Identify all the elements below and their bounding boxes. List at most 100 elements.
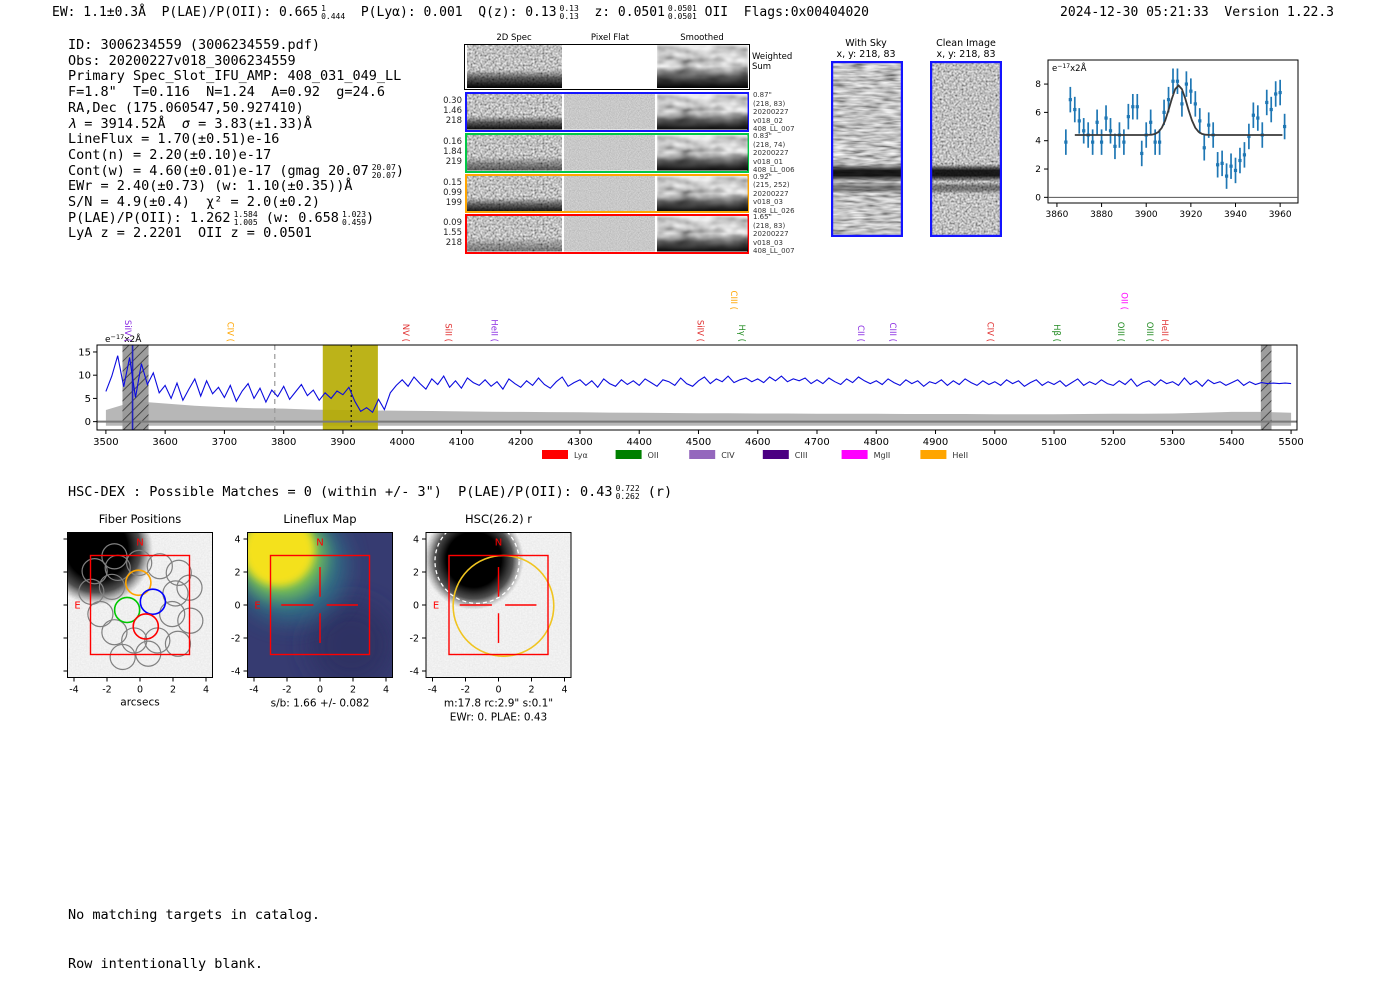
masked-region-left bbox=[122, 345, 149, 430]
row4-annotations: 1.65" (218, 83) 20200227 v018_03 408_LL_007 bbox=[753, 213, 795, 256]
clean-image-title: Clean Image x, y: 218, 83 bbox=[936, 38, 996, 60]
fiber-annotation: (218, 74) bbox=[753, 140, 786, 149]
row2-smoothed-image bbox=[657, 135, 748, 171]
dark-band bbox=[657, 152, 748, 171]
data-point bbox=[1068, 98, 1072, 102]
info-line-6-text: = 3.83(±1.33)Å bbox=[189, 115, 312, 132]
data-point bbox=[1077, 119, 1081, 123]
fiber-annotation: (215, 252) bbox=[753, 181, 790, 190]
x-tick-label: -2 bbox=[461, 685, 470, 696]
x-tick-label: -4 bbox=[249, 685, 258, 696]
x-tick-label: 4800 bbox=[864, 437, 889, 448]
x-tick-label: 4 bbox=[561, 685, 567, 696]
info-line-13: LyA z = 2.2201 OII z = 0.0501 bbox=[68, 226, 404, 242]
info-line-12-text: ) bbox=[366, 209, 375, 226]
emission-line-label: OIII ( bbox=[1144, 322, 1154, 342]
dark-band bbox=[467, 116, 562, 130]
fiber-weight-value: 1.55 bbox=[443, 228, 462, 238]
row3-annotations: 0.92" (215, 252) 20200227 v018_03 408_LL_026 bbox=[753, 173, 795, 216]
fiber-weight-value: 218 bbox=[445, 238, 462, 248]
emission-line-label: Hβ ( bbox=[1051, 324, 1061, 342]
weighted-2dspec-image bbox=[467, 45, 562, 88]
row3-2dspec-image bbox=[467, 175, 562, 211]
header-timestamp: 2024-12-30 05:21:33 Version 1.22.3 bbox=[1060, 5, 1334, 20]
data-point bbox=[1073, 107, 1077, 112]
data-point bbox=[1175, 79, 1180, 83]
info-line-1: ID: 3006234559 (3006234559.pdf) bbox=[68, 37, 404, 54]
data-point bbox=[1278, 90, 1282, 95]
dark-sky-band-2 bbox=[831, 182, 903, 194]
cutout-title: Lineflux Map bbox=[283, 512, 356, 526]
dark-sky-band bbox=[831, 164, 903, 182]
info-line-12-lo: 0.459 bbox=[341, 217, 367, 227]
y-tick-label: 0 bbox=[1035, 193, 1041, 203]
row2-pixelflat-image bbox=[564, 135, 655, 171]
fiber-annotation: 20200227 bbox=[753, 108, 789, 117]
legend-swatch bbox=[920, 450, 947, 459]
north-label: N bbox=[136, 538, 143, 549]
info-line-6: λ = 3914.52Å σ = 3.83(±1.33)Å bbox=[68, 115, 404, 133]
data-point bbox=[1216, 163, 1220, 167]
footer-line-1: No matching targets in catalog. bbox=[68, 907, 320, 924]
data-point bbox=[1198, 119, 1202, 123]
clean-image bbox=[930, 61, 1002, 237]
fiber-annotation: v018_03 bbox=[753, 198, 783, 207]
x-tick-label: -2 bbox=[102, 685, 111, 696]
y-tick-label: 2 bbox=[234, 568, 240, 579]
data-point bbox=[1140, 151, 1144, 156]
info-line-13-text: LyA z = 2.2201 OII z = 0.0501 bbox=[68, 225, 312, 242]
data-point bbox=[1158, 140, 1162, 144]
cutout-title: HSC(26.2) r bbox=[465, 512, 532, 526]
cutout-sublabel-2: EWr: 0. PLAE: 0.43 bbox=[450, 712, 547, 724]
data-point bbox=[1220, 161, 1224, 165]
info-line-7-text: LineFlux = 1.70(±0.51)e-16 bbox=[68, 131, 280, 148]
fiber-annotation: v018_01 bbox=[753, 157, 783, 166]
fiber-weight-value: 0.30 bbox=[443, 96, 462, 106]
fit-ylabel: e−17x2Å bbox=[1052, 62, 1087, 74]
fiber-weight-value: 0.99 bbox=[443, 187, 462, 198]
fiber-annotation: 20200227 bbox=[753, 189, 789, 198]
info-line-11: S/N = 4.9(±0.4) χ² = 2.0(±0.2) bbox=[68, 194, 404, 211]
x-tick-label: 4500 bbox=[686, 437, 711, 448]
cutout-sublabel: s/b: 1.66 +/- 0.082 bbox=[271, 698, 370, 710]
y-tick-label: 15 bbox=[78, 347, 91, 358]
legend-label: OII bbox=[648, 451, 659, 460]
info-line-9-text: Cont(w) = 4.60(±0.01)e-17 (gmag 20.07 bbox=[68, 162, 369, 179]
emission-line-label: Hγ ( bbox=[736, 325, 746, 342]
x-tick-label: 2 bbox=[350, 685, 356, 696]
emission-line-label: SiII ( bbox=[442, 323, 452, 342]
x-tick-label: 4 bbox=[203, 685, 209, 696]
y-tick-label: 0 bbox=[60, 601, 61, 612]
spectrum-line bbox=[105, 355, 1292, 414]
fiber-annotation: v018_02 bbox=[753, 116, 783, 125]
data-point bbox=[1184, 82, 1188, 86]
x-tick-label: 3960 bbox=[1269, 210, 1292, 220]
x-tick-label: 5500 bbox=[1278, 437, 1303, 448]
row4-smoothed-image bbox=[657, 216, 748, 252]
x-tick-label: 4200 bbox=[508, 437, 533, 448]
legend-label: CIV bbox=[721, 451, 735, 460]
report-version: Version 1.22.3 bbox=[1224, 5, 1334, 20]
x-tick-label: 3500 bbox=[93, 437, 118, 448]
cutout-content-1 bbox=[247, 532, 393, 678]
emission-line-label: CIV ( bbox=[985, 322, 995, 342]
data-point bbox=[1283, 124, 1287, 129]
info-line-12-range: 1.584 1.005 bbox=[234, 211, 258, 226]
east-label: E bbox=[74, 601, 80, 612]
with-sky-image bbox=[831, 61, 903, 237]
x-tick-label: 4000 bbox=[389, 437, 414, 448]
info-line-12-text: P(LAE)/P(OII): 1.262 bbox=[68, 209, 231, 226]
y-tick-label: -4 bbox=[60, 667, 61, 678]
legend-label: CIII bbox=[795, 451, 808, 460]
emission-line-label: SiIV ( bbox=[694, 320, 704, 342]
y-tick-label: 5 bbox=[85, 394, 91, 405]
y-tick-label: 0 bbox=[85, 417, 91, 428]
data-point bbox=[1108, 129, 1113, 133]
header-metric-range: 0.13 0.13 bbox=[560, 5, 579, 20]
data-point bbox=[1064, 140, 1068, 144]
fiber-annotation: 408_LL_007 bbox=[753, 247, 795, 256]
data-point bbox=[1265, 100, 1269, 105]
info-line-9: Cont(w) = 4.60(±0.01)e-17 (gmag 20.07 20.… bbox=[68, 162, 404, 180]
x-tick-label: 4600 bbox=[745, 437, 770, 448]
x-tick-label: 0 bbox=[317, 685, 323, 696]
